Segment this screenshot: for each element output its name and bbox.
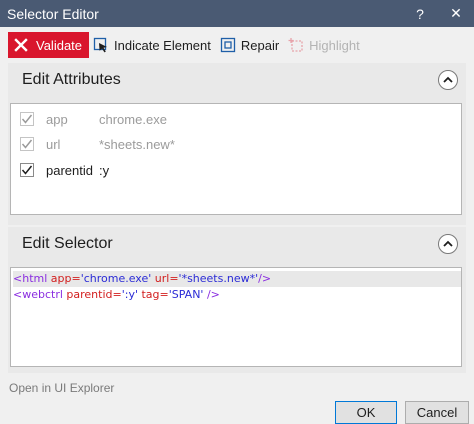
attribute-row-app: app chrome.exe xyxy=(11,108,461,130)
app-checkbox[interactable] xyxy=(20,112,34,126)
toolbar: Validate Indicate Element Repair Highlig… xyxy=(0,27,474,63)
selector-line: <webctrl parentid=':y' tag='SPAN' /> xyxy=(13,287,220,303)
selector-editor[interactable]: <html app='chrome.exe' url='*sheets.new*… xyxy=(10,267,462,367)
attribute-name: url xyxy=(46,136,61,152)
attribute-name: app xyxy=(46,111,68,127)
repair-icon xyxy=(220,37,236,53)
attribute-value-input[interactable]: :y xyxy=(99,163,109,178)
attr-value: '*sheets.new*' xyxy=(178,272,259,285)
attribute-value: chrome.exe xyxy=(99,111,167,127)
selector-title: Edit Selector xyxy=(22,235,113,252)
check-icon xyxy=(21,165,33,175)
close-button[interactable]: ✕ xyxy=(438,0,474,27)
attribute-row-url: url *sheets.new* xyxy=(11,133,461,155)
tag-open: <webctrl xyxy=(13,288,63,301)
title-bar: Selector Editor ? ✕ xyxy=(0,0,474,27)
open-ui-explorer-link[interactable]: Open in UI Explorer xyxy=(9,381,114,395)
selector-header: Edit Selector xyxy=(8,227,466,261)
tag-close: /> xyxy=(258,272,272,285)
window-title: Selector Editor xyxy=(7,5,99,22)
attr-name: url= xyxy=(151,272,179,285)
help-button[interactable]: ? xyxy=(402,0,438,27)
chevron-up-icon xyxy=(443,76,453,83)
parentid-checkbox[interactable] xyxy=(20,163,34,177)
ok-button[interactable]: OK xyxy=(335,401,397,424)
highlight-icon xyxy=(288,37,304,53)
attribute-name: parentid xyxy=(46,162,93,178)
attribute-value: *sheets.new* xyxy=(99,136,175,152)
attr-value: 'chrome.exe' xyxy=(80,272,152,285)
highlight-label: Highlight xyxy=(309,37,360,53)
attribute-row-parentid: parentid :y xyxy=(11,159,461,181)
tag-close: /> xyxy=(203,288,220,301)
check-icon xyxy=(21,139,33,149)
attr-name: parentid= xyxy=(62,288,122,301)
validate-label: Validate xyxy=(36,37,83,53)
attributes-title: Edit Attributes xyxy=(22,71,121,88)
tag-open: <html xyxy=(13,272,48,285)
collapse-attributes-button[interactable] xyxy=(438,70,458,90)
attr-value: ':y' xyxy=(121,288,138,301)
validate-button[interactable]: Validate xyxy=(8,32,90,58)
indicate-element-icon xyxy=(93,37,109,53)
repair-button[interactable]: Repair xyxy=(220,32,279,58)
attr-value: 'SPAN' xyxy=(168,288,204,301)
x-icon xyxy=(13,37,29,53)
repair-label: Repair xyxy=(240,37,280,53)
chevron-up-icon xyxy=(443,240,453,247)
attr-name: app= xyxy=(47,272,81,285)
highlight-button[interactable]: Highlight xyxy=(288,32,360,58)
attributes-header: Edit Attributes xyxy=(8,63,466,97)
check-icon xyxy=(21,114,33,124)
selector-line: <html app='chrome.exe' url='*sheets.new*… xyxy=(13,271,461,287)
indicate-element-label: Indicate Element xyxy=(114,37,211,53)
indicate-element-button[interactable]: Indicate Element xyxy=(93,32,211,58)
collapse-selector-button[interactable] xyxy=(438,234,458,254)
cancel-button[interactable]: Cancel xyxy=(405,401,469,424)
url-checkbox[interactable] xyxy=(20,137,34,151)
attr-name: tag= xyxy=(137,288,169,301)
attributes-list: app chrome.exe url *sheets.new* parentid… xyxy=(10,103,462,215)
